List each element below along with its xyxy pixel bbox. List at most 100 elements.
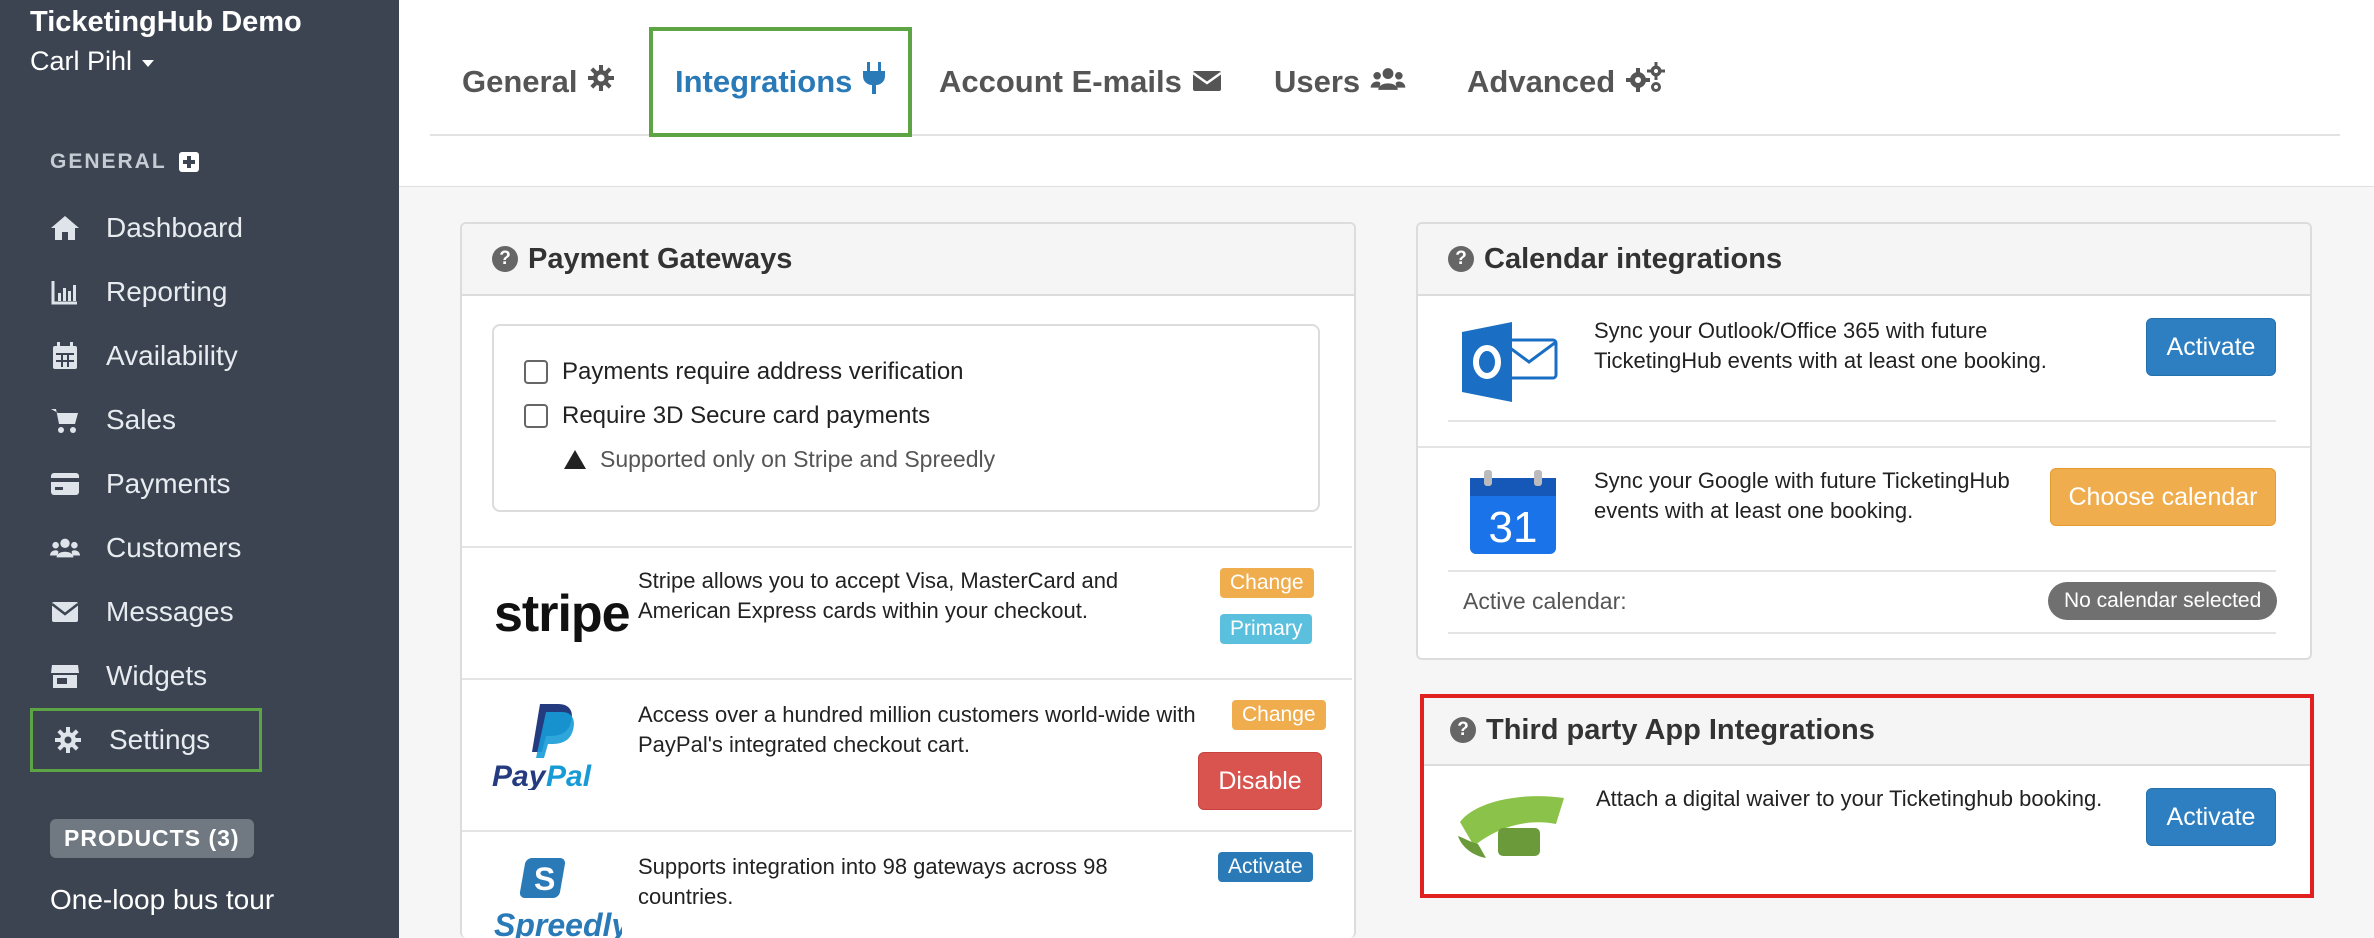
outlook-logo: [1462, 322, 1562, 402]
tab-label: Account E-mails: [939, 64, 1182, 99]
active-calendar-label: Active calendar:: [1463, 588, 1627, 614]
gear-icon: [587, 64, 615, 100]
svg-text:Pal: Pal: [546, 760, 592, 790]
gateway-row-spreedly: S Spreedly Supports integration into 98 g…: [462, 830, 1352, 938]
payment-options-box: Payments require address verification Re…: [492, 324, 1320, 512]
sidebar-item-label: Availability: [106, 340, 238, 371]
sidebar-item-dashboard[interactable]: Dashboard: [30, 196, 370, 260]
tab-label: Advanced: [1467, 64, 1616, 99]
bar-chart-icon: [50, 277, 80, 307]
change-button[interactable]: Change: [1232, 700, 1326, 730]
gateway-desc: Stripe allows you to accept Visa, Master…: [638, 568, 1119, 623]
gears-icon: [1625, 62, 1666, 102]
plus-square-icon[interactable]: [178, 152, 199, 172]
tab-integrations[interactable]: Integrations: [649, 27, 913, 137]
outlook-desc: Sync your Outlook/Office 365 with future…: [1594, 318, 2047, 373]
tab-general[interactable]: General: [462, 28, 615, 136]
tab-account-emails[interactable]: Account E-mails: [939, 28, 1222, 136]
user-name: Carl Pihl: [30, 46, 133, 76]
users-icon: [50, 533, 80, 563]
spreedly-logo: S Spreedly: [492, 858, 631, 938]
calendar-icon: [50, 341, 80, 371]
sidebar-item-label: Widgets: [106, 660, 208, 691]
sidebar-item-label: Dashboard: [106, 212, 243, 243]
help-icon[interactable]: ?: [1448, 246, 1474, 272]
gateway-desc: Supports integration into 98 gateways ac…: [638, 854, 1108, 909]
sidebar-item-label: Settings: [109, 724, 211, 755]
credit-card-icon: [50, 469, 80, 499]
home-icon: [50, 213, 80, 243]
sidebar-item-messages[interactable]: Messages: [30, 580, 370, 644]
product-item[interactable]: One-loop bus tour: [50, 884, 274, 916]
help-icon[interactable]: ?: [492, 246, 518, 272]
address-verification-checkbox[interactable]: [524, 360, 548, 384]
google-row: 31 Sync your Google with future Ticketin…: [1448, 448, 2276, 572]
sidebar-item-reporting[interactable]: Reporting: [30, 260, 370, 324]
app-name: TicketingHub Demo: [30, 6, 302, 38]
sidebar-item-availability[interactable]: Availability: [30, 324, 370, 388]
sidebar-item-sales[interactable]: Sales: [30, 388, 370, 452]
tab-advanced[interactable]: Advanced: [1467, 28, 1666, 136]
checkbox-label: Payments require address verification: [562, 358, 964, 385]
svg-text:S: S: [534, 861, 555, 897]
sidebar-item-label: Customers: [106, 532, 242, 563]
3d-secure-checkbox[interactable]: [524, 404, 548, 428]
section-title: GENERAL: [50, 150, 167, 173]
address-verification-row[interactable]: Payments require address verification: [524, 358, 964, 386]
envelope-icon: [1192, 64, 1222, 100]
panel-header: ? Calendar integrations: [1418, 224, 2310, 296]
warning-icon: [564, 450, 586, 469]
svg-text:Pay: Pay: [492, 760, 547, 790]
gateway-row-paypal: Pay Pal Access over a hundred million cus…: [462, 678, 1352, 830]
tab-label: Users: [1274, 64, 1361, 99]
products-badge[interactable]: PRODUCTS (3): [50, 819, 254, 858]
sidebar-item-label: Messages: [106, 596, 234, 627]
caret-down-icon: [142, 60, 155, 67]
panel-title: Payment Gateways: [528, 242, 793, 275]
tab-label: Integrations: [675, 64, 853, 99]
svg-text:Spreedly: Spreedly: [494, 907, 622, 938]
sidebar-item-settings[interactable]: Settings: [30, 708, 262, 772]
panel-title: Calendar integrations: [1484, 242, 1783, 275]
sidebar-item-label: Sales: [106, 404, 177, 435]
note-text: Supported only on Stripe and Spreedly: [600, 446, 996, 472]
google-desc: Sync your Google with future TicketingHu…: [1594, 468, 2010, 523]
gear-icon: [53, 725, 83, 755]
3d-secure-row[interactable]: Require 3D Secure card payments: [524, 402, 930, 430]
plug-icon: [862, 62, 886, 102]
sidebar: TicketingHub Demo Carl Pihl GENERAL Dash…: [0, 0, 399, 938]
google-calendar-logo: 31: [1468, 470, 1558, 556]
settings-tabs: General Integrations Account E-mails Use…: [430, 27, 2340, 137]
active-calendar-value: No calendar selected: [2048, 582, 2278, 620]
calendar-integrations-panel: ? Calendar integrations Sync your Outloo…: [1416, 222, 2312, 660]
highlight-frame: [1420, 694, 2314, 898]
tab-users[interactable]: Users: [1274, 28, 1406, 136]
stripe-logo: stripe: [494, 585, 631, 643]
change-button[interactable]: Change: [1220, 568, 1314, 598]
outlook-activate-button[interactable]: Activate: [2146, 318, 2276, 376]
choose-calendar-button[interactable]: Choose calendar: [2050, 468, 2276, 526]
gateway-row-stripe: stripe Stripe allows you to accept Visa,…: [462, 546, 1352, 678]
checkbox-label: Require 3D Secure card payments: [562, 402, 931, 429]
tab-label: General: [462, 64, 578, 99]
sidebar-item-widgets[interactable]: Widgets: [30, 644, 370, 708]
users-icon: [1370, 64, 1406, 100]
user-menu[interactable]: Carl Pihl: [30, 46, 155, 77]
sidebar-item-payments[interactable]: Payments: [30, 452, 370, 516]
disable-button[interactable]: Disable: [1198, 752, 1322, 810]
store-icon: [50, 661, 80, 691]
sidebar-item-label: Reporting: [106, 276, 228, 307]
panel-header: ? Payment Gateways: [462, 224, 1354, 296]
cart-icon: [50, 405, 80, 435]
outlook-row: Sync your Outlook/Office 365 with future…: [1448, 298, 2276, 422]
support-note: Supported only on Stripe and Spreedly: [564, 446, 995, 473]
paypal-logo: Pay Pal: [492, 700, 612, 793]
primary-badge: Primary: [1220, 614, 1313, 644]
calendar-day: 31: [1489, 503, 1538, 552]
gateway-desc: Access over a hundred million customers …: [638, 702, 1196, 757]
activate-button[interactable]: Activate: [1218, 852, 1313, 882]
sidebar-item-customers[interactable]: Customers: [30, 516, 370, 580]
sidebar-nav: Dashboard Reporting Availability Sales P…: [30, 196, 370, 772]
envelope-icon: [50, 597, 80, 627]
sidebar-item-label: Payments: [106, 468, 231, 499]
